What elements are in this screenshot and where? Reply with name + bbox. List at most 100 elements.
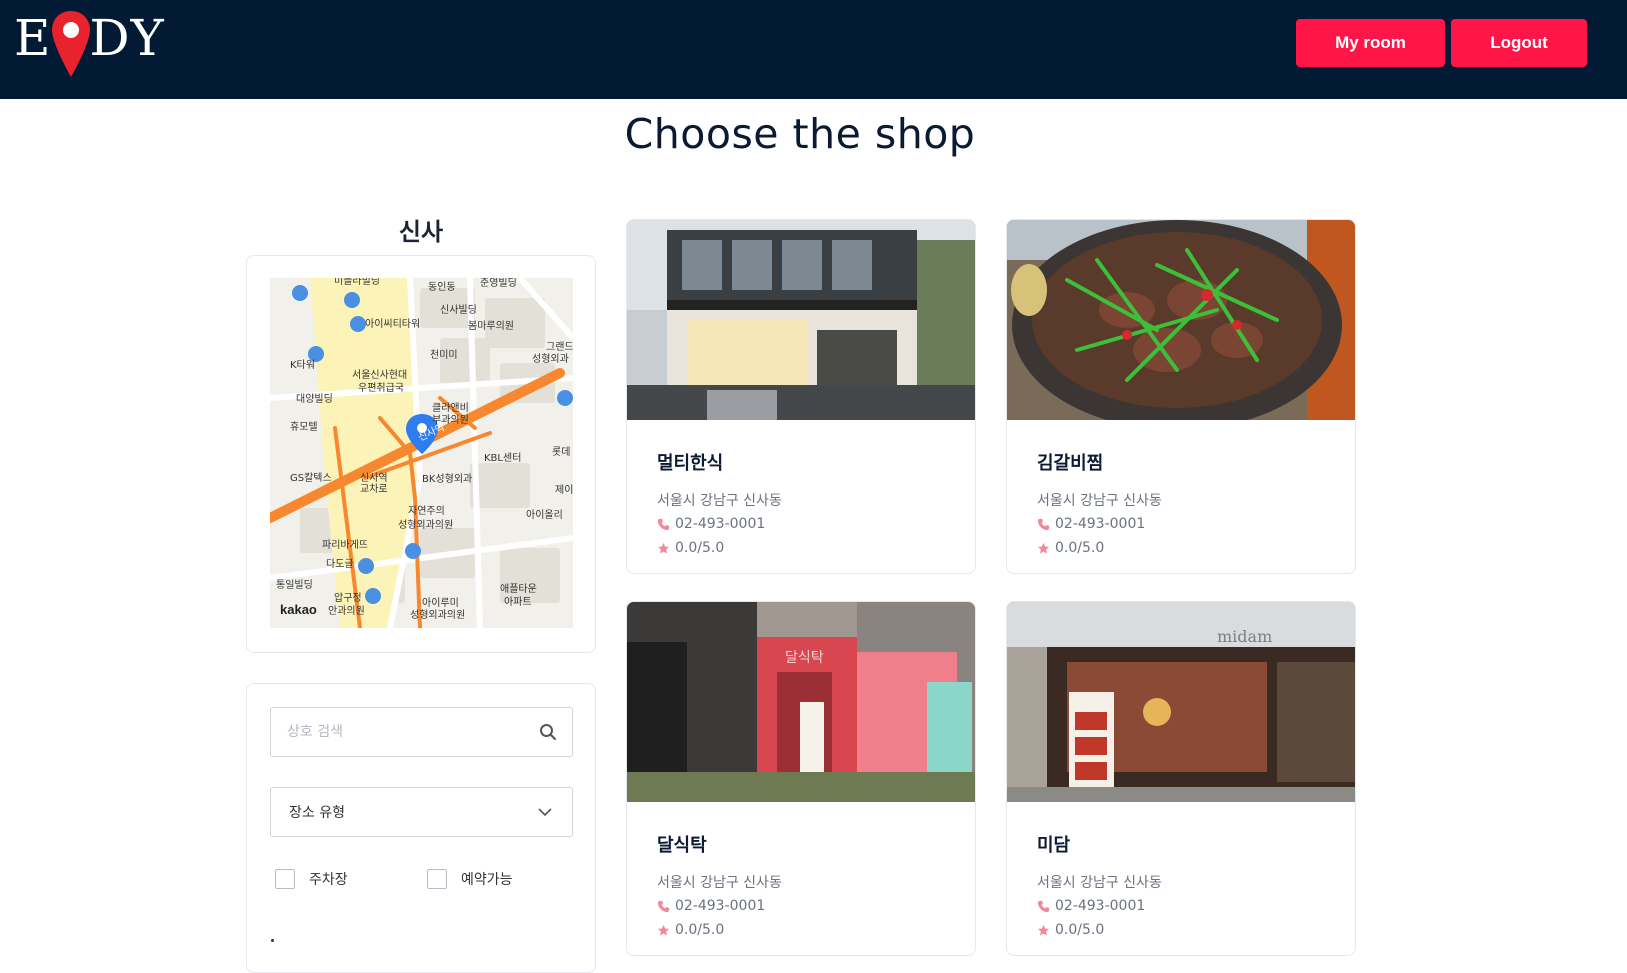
svg-text:우편취급국: 우편취급국 <box>358 382 404 394</box>
shop-phone: 02-493-0001 <box>1037 898 1145 914</box>
shop-name: 김갈비찜 <box>1037 453 1104 474</box>
phone-icon <box>1037 518 1050 530</box>
svg-text:신사역: 신사역 <box>360 472 388 484</box>
svg-text:자연주의: 자연주의 <box>408 505 445 517</box>
shop-phone: 02-493-0001 <box>657 516 765 532</box>
shop-card[interactable]: 멀티한식 서울시 강남구 신사동 02-493-0001 0.0/5.0 <box>626 219 976 574</box>
svg-text:아파트: 아파트 <box>504 596 532 608</box>
shop-name: 미담 <box>1037 835 1071 856</box>
logo-letters-dy: DY <box>89 9 165 67</box>
map-card: 미플라빌딩 동인동 준영빌딩 신사빌딩 아이씨티타워 봄마루의원 그랜드 성형외… <box>246 255 596 653</box>
shop-photo[interactable]: 달식탁 <box>627 602 976 802</box>
shop-phone: 02-493-0001 <box>657 898 765 914</box>
shop-photo[interactable] <box>627 220 976 420</box>
phone-icon <box>657 900 670 912</box>
map-pin-icon <box>51 11 90 77</box>
svg-text:성형외과: 성형외과 <box>532 353 569 365</box>
map-canvas[interactable]: 미플라빌딩 동인동 준영빌딩 신사빌딩 아이씨티타워 봄마루의원 그랜드 성형외… <box>270 278 573 628</box>
chevron-down-icon <box>538 808 552 817</box>
search-box[interactable] <box>270 707 573 757</box>
star-icon <box>657 924 670 936</box>
shop-rating: 0.0/5.0 <box>657 540 724 556</box>
svg-text:다도글: 다도글 <box>326 558 354 570</box>
svg-text:아이루미: 아이루미 <box>422 597 459 609</box>
shop-sign-text: midam <box>1217 627 1272 646</box>
reservation-label: 예약가능 <box>461 872 513 888</box>
svg-text:신사빌딩: 신사빌딩 <box>440 304 477 316</box>
shop-rating: 0.0/5.0 <box>1037 922 1104 938</box>
shop-rating: 0.0/5.0 <box>657 922 724 938</box>
svg-text:BK성형외과: BK성형외과 <box>422 473 472 485</box>
svg-text:동인동: 동인동 <box>428 281 456 293</box>
svg-text:아이올리: 아이올리 <box>526 509 563 521</box>
star-icon <box>657 542 670 554</box>
shop-address: 서울시 강남구 신사동 <box>1037 493 1162 509</box>
parking-label: 주차장 <box>309 872 348 888</box>
svg-text:그랜드: 그랜드 <box>546 341 573 353</box>
star-icon <box>1037 542 1050 554</box>
shop-card[interactable]: 김갈비찜 서울시 강남구 신사동 02-493-0001 0.0/5.0 <box>1006 219 1356 574</box>
svg-text:클라앤비: 클라앤비 <box>432 402 469 414</box>
page-title: Choose the shop <box>624 110 976 158</box>
svg-text:안과의원: 안과의원 <box>328 605 365 617</box>
shop-rating-text: 0.0/5.0 <box>675 540 725 556</box>
svg-text:통일빌딩: 통일빌딩 <box>276 579 313 591</box>
svg-text:압구정: 압구정 <box>334 591 362 604</box>
filter-card: 장소 유형 주차장 예약가능 <box>246 683 596 973</box>
shop-phone-text: 02-493-0001 <box>1055 516 1146 532</box>
reservation-checkbox[interactable] <box>427 869 447 889</box>
shop-photo[interactable]: midam <box>1007 602 1356 802</box>
my-room-button[interactable]: My room <box>1296 19 1445 67</box>
parking-checkbox-row[interactable]: 주차장 <box>275 869 348 889</box>
stray-dot <box>271 939 274 942</box>
svg-text:미플라빌딩: 미플라빌딩 <box>334 278 380 287</box>
shop-phone: 02-493-0001 <box>1037 516 1145 532</box>
search-input[interactable] <box>287 712 538 752</box>
search-icon[interactable] <box>538 722 558 742</box>
reservation-checkbox-row[interactable]: 예약가능 <box>427 869 513 889</box>
shop-rating-text: 0.0/5.0 <box>675 922 725 938</box>
place-type-label: 장소 유형 <box>289 805 345 821</box>
place-type-select[interactable]: 장소 유형 <box>270 787 573 837</box>
shop-photo[interactable] <box>1007 220 1356 420</box>
parking-checkbox[interactable] <box>275 869 295 889</box>
shop-phone-text: 02-493-0001 <box>675 898 766 914</box>
svg-text:교차로: 교차로 <box>360 483 388 495</box>
shop-name: 멀티한식 <box>657 453 724 474</box>
shop-card[interactable]: midam 미담 서울시 강남구 신사동 02-493-0001 0.0/5.0 <box>1006 601 1356 956</box>
shop-rating: 0.0/5.0 <box>1037 540 1104 556</box>
svg-text:파리바게뜨: 파리바게뜨 <box>322 539 368 551</box>
top-navbar: E DY My room Logout <box>0 0 1627 99</box>
svg-text:휴모텔: 휴모텔 <box>290 421 318 433</box>
shop-rating-text: 0.0/5.0 <box>1055 922 1105 938</box>
svg-text:KBL센터: KBL센터 <box>484 452 521 464</box>
svg-text:K타워: K타워 <box>290 358 315 371</box>
shop-name: 달식탁 <box>657 835 707 856</box>
shop-phone-text: 02-493-0001 <box>675 516 766 532</box>
shop-address: 서울시 강남구 신사동 <box>1037 875 1162 891</box>
logout-button[interactable]: Logout <box>1451 19 1587 67</box>
shop-rating-text: 0.0/5.0 <box>1055 540 1105 556</box>
svg-text:성형외과의원: 성형외과의원 <box>410 609 465 621</box>
logo-letter-e: E <box>14 9 52 67</box>
shop-phone-text: 02-493-0001 <box>1055 898 1146 914</box>
svg-text:천미미: 천미미 <box>430 349 458 361</box>
svg-text:제이: 제이 <box>555 484 573 496</box>
svg-text:준영빌딩: 준영빌딩 <box>480 278 517 289</box>
phone-icon <box>1037 900 1050 912</box>
shop-address: 서울시 강남구 신사동 <box>657 493 782 509</box>
svg-text:봄마루의원: 봄마루의원 <box>468 320 514 332</box>
shop-card[interactable]: 달식탁 달식탁 서울시 강남구 신사동 02-493-0001 0.0/5.0 <box>626 601 976 956</box>
phone-icon <box>657 518 670 530</box>
svg-text:아이씨티타워: 아이씨티타워 <box>365 317 420 330</box>
svg-text:대양빌딩: 대양빌딩 <box>296 393 333 405</box>
shop-sign-text: 달식탁 <box>785 650 824 666</box>
region-name: 신사 <box>398 218 444 246</box>
svg-text:성형외과의원: 성형외과의원 <box>398 519 453 531</box>
map-view[interactable]: 미플라빌딩 동인동 준영빌딩 신사빌딩 아이씨티타워 봄마루의원 그랜드 성형외… <box>270 278 573 628</box>
svg-text:롯데: 롯데 <box>552 446 570 458</box>
logo[interactable]: E DY <box>14 2 165 77</box>
svg-text:서울신사현대: 서울신사현대 <box>352 369 407 381</box>
star-icon <box>1037 924 1050 936</box>
svg-text:GS칼텍스: GS칼텍스 <box>290 471 332 484</box>
